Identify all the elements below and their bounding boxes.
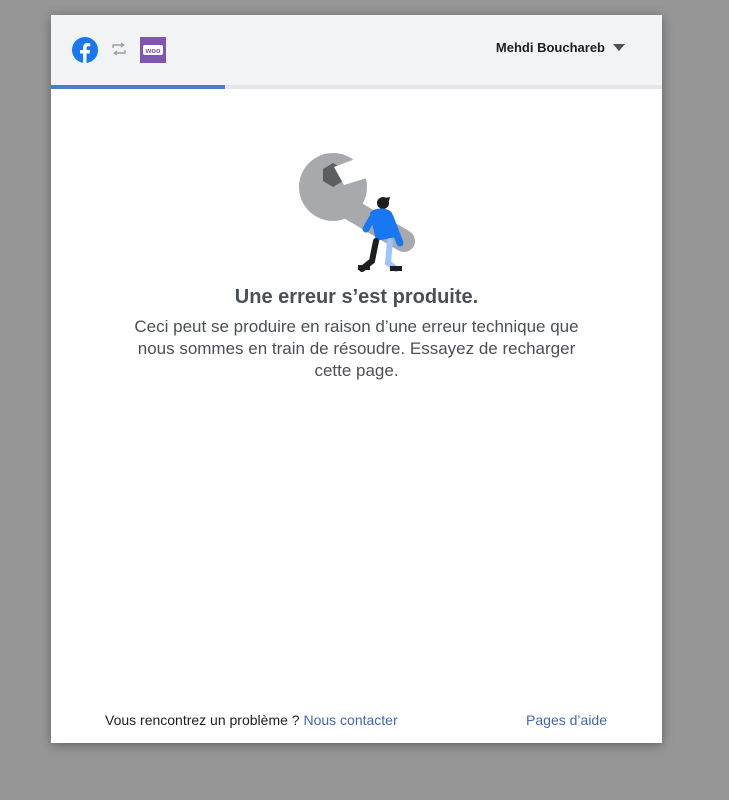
facebook-logo-icon (72, 37, 98, 63)
progress-bar-fill (51, 85, 226, 89)
sync-arrows-icon (112, 42, 126, 56)
contact-link[interactable]: Nous contacter (303, 712, 397, 728)
wrench-mechanic-illustration-icon (299, 153, 415, 272)
caret-down-icon (613, 44, 625, 51)
footer-problem-text: Vous rencontrez un problème ? (105, 712, 300, 728)
progress-bar (51, 85, 662, 89)
error-dialog: woo Mehdi Bouchareb Une erreur s’est pro… (51, 15, 662, 743)
error-message: Ceci peut se produire en raison d’une er… (134, 317, 579, 380)
woo-logo-text: woo (145, 46, 161, 55)
user-menu-dropdown[interactable]: Mehdi Bouchareb (496, 40, 625, 55)
user-name: Mehdi Bouchareb (495, 40, 605, 55)
dialog-header: woo Mehdi Bouchareb (51, 15, 662, 85)
help-pages-link[interactable]: Pages d’aide (526, 712, 607, 728)
error-title: Une erreur s’est produite. (234, 286, 479, 308)
footer-problem: Vous rencontrez un problème ? Nous conta… (105, 712, 398, 728)
woocommerce-logo-icon: woo (140, 37, 166, 63)
